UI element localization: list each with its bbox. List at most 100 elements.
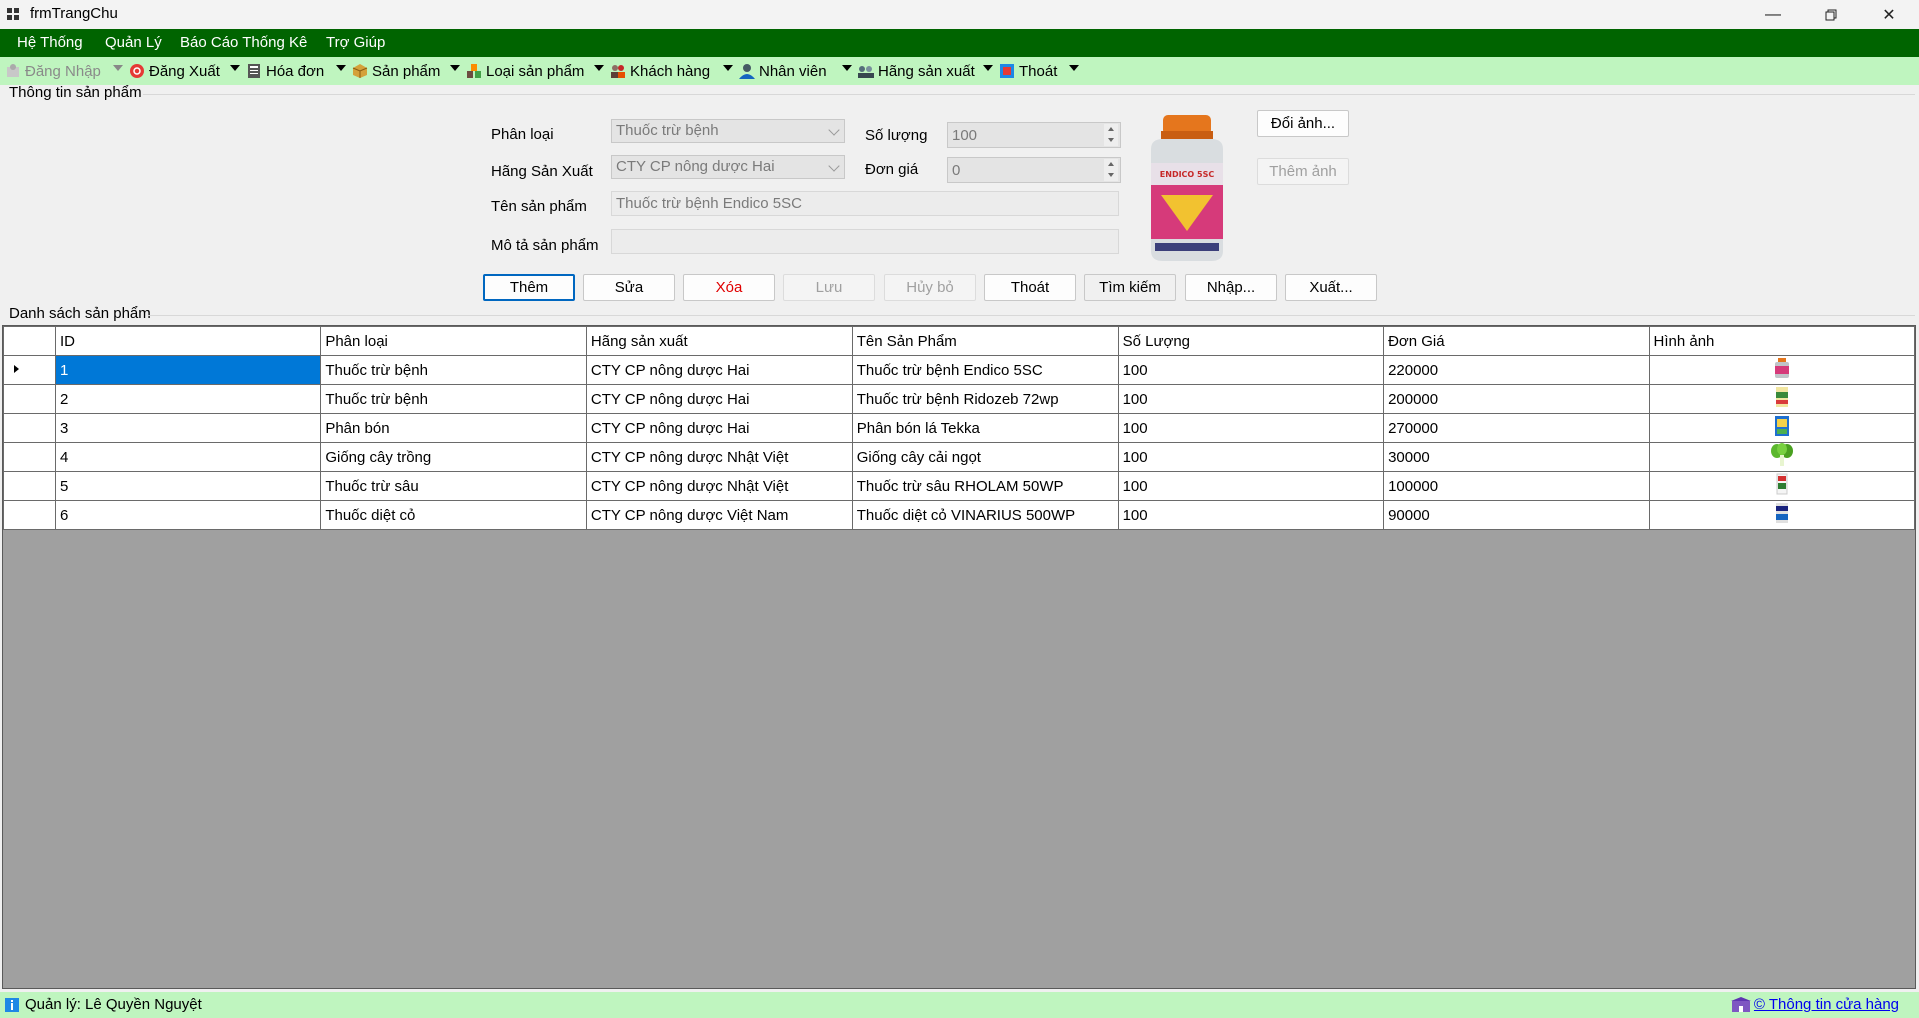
cell-ten-san-pham[interactable]: Giống cây cải ngọt (851, 442, 1119, 472)
toolbar-dang-xuat[interactable]: Đăng Xuất (128, 61, 220, 81)
column-header-so-luong[interactable]: Số Lượng (1117, 326, 1385, 356)
restore-button[interactable] (1802, 0, 1860, 29)
cell-don-gia[interactable]: 90000 (1383, 500, 1650, 530)
cell-id[interactable]: 6 (54, 500, 322, 530)
toolbar-hang-san-xuat[interactable]: Hãng sản xuất (857, 61, 975, 81)
cell-id[interactable]: 3 (54, 413, 322, 443)
hang-san-xuat-combo[interactable]: CTY CP nông dược Hai (611, 155, 845, 179)
loai-san-pham-dropdown-arrow[interactable] (594, 65, 604, 71)
spin-down-icon[interactable] (1104, 170, 1118, 181)
product-grid[interactable]: ID Phân loại Hãng sản xuất Tên Sản Phẩm … (2, 325, 1916, 989)
toolbar-san-pham[interactable]: Sản phẩm (351, 61, 440, 81)
ten-san-pham-field[interactable]: Thuốc trừ bệnh Endico 5SC (611, 191, 1119, 216)
cell-don-gia[interactable]: 100000 (1383, 471, 1650, 501)
them-anh-button[interactable]: Thêm ảnh (1257, 158, 1349, 185)
toolbar-khach-hang[interactable]: Khách hàng (609, 61, 710, 81)
cell-ten-san-pham[interactable]: Thuốc diệt cỏ VINARIUS 500WP (851, 500, 1119, 530)
column-header-id[interactable]: ID (54, 326, 322, 356)
dang-nhap-dropdown-arrow[interactable] (113, 65, 123, 71)
menu-quan-ly[interactable]: Quản Lý (105, 34, 162, 51)
cell-phan-loai[interactable]: Giống cây trồng (320, 442, 587, 472)
cell-phan-loai[interactable]: Phân bón (320, 413, 587, 443)
row-selector[interactable] (3, 500, 56, 530)
toolbar-nhan-vien[interactable]: Nhân viên (738, 61, 827, 81)
table-row[interactable]: 3 Phân bón CTY CP nông dược Hai Phân bón… (3, 413, 1915, 443)
hoa-don-dropdown-arrow[interactable] (336, 65, 346, 71)
row-selector[interactable] (3, 384, 56, 414)
table-row[interactable]: 2 Thuốc trừ bệnh CTY CP nông dược Hai Th… (3, 384, 1915, 414)
cell-don-gia[interactable]: 30000 (1383, 442, 1650, 472)
table-row[interactable]: 5 Thuốc trừ sâu CTY CP nông dược Nhật Vi… (3, 471, 1915, 501)
cell-hang-san-xuat[interactable]: CTY CP nông dược Nhật Việt (585, 471, 853, 501)
them-button[interactable]: Thêm (483, 274, 575, 301)
cell-so-luong[interactable]: 100 (1117, 442, 1385, 472)
row-selector[interactable] (3, 413, 56, 443)
column-header-phan-loai[interactable]: Phân loại (320, 326, 587, 356)
row-selector[interactable] (3, 355, 56, 385)
cell-don-gia[interactable]: 220000 (1383, 355, 1650, 385)
cell-phan-loai[interactable]: Thuốc trừ bệnh (320, 355, 587, 385)
cell-don-gia[interactable]: 200000 (1383, 384, 1650, 414)
cell-hang-san-xuat[interactable]: CTY CP nông dược Nhật Việt (585, 442, 853, 472)
cell-hinh-anh[interactable] (1648, 355, 1915, 385)
nhap-button[interactable]: Nhập... (1185, 274, 1277, 301)
cell-phan-loai[interactable]: Thuốc trừ bệnh (320, 384, 587, 414)
menu-tro-giup[interactable]: Trợ Giúp (326, 34, 385, 51)
column-header-don-gia[interactable]: Đơn Giá (1383, 326, 1650, 356)
cell-hang-san-xuat[interactable]: CTY CP nông dược Hai (585, 384, 853, 414)
cell-hinh-anh[interactable] (1648, 471, 1915, 501)
close-button[interactable]: ✕ (1860, 0, 1918, 29)
menu-bao-cao[interactable]: Báo Cáo Thống Kê (180, 34, 307, 51)
toolbar-dang-nhap[interactable]: Đăng Nhập (4, 61, 101, 81)
spin-up-icon[interactable] (1104, 159, 1118, 170)
column-header-ten-san-pham[interactable]: Tên Sản Phẩm (851, 326, 1119, 356)
row-selector[interactable] (3, 471, 56, 501)
table-row[interactable]: 1 Thuốc trừ bệnh CTY CP nông dược Hai Th… (3, 355, 1915, 385)
cell-so-luong[interactable]: 100 (1117, 355, 1385, 385)
cell-hinh-anh[interactable] (1648, 442, 1915, 472)
huy-bo-button[interactable]: Hủy bỏ (884, 274, 976, 301)
store-info-link[interactable]: © Thông tin cửa hàng (1730, 996, 1899, 1013)
cell-id[interactable]: 5 (54, 471, 322, 501)
cell-ten-san-pham[interactable]: Phân bón lá Tekka (851, 413, 1119, 443)
menu-he-thong[interactable]: Hệ Thống (17, 34, 83, 51)
mo-ta-field[interactable] (611, 229, 1119, 254)
table-row[interactable]: 6 Thuốc diệt cỏ CTY CP nông dược Việt Na… (3, 500, 1915, 530)
cell-so-luong[interactable]: 100 (1117, 471, 1385, 501)
cell-id[interactable]: 2 (54, 384, 322, 414)
phan-loai-combo[interactable]: Thuốc trừ bệnh (611, 119, 845, 143)
cell-hinh-anh[interactable] (1648, 384, 1915, 414)
don-gia-stepper[interactable]: 0 (947, 157, 1121, 183)
row-header-corner[interactable] (3, 326, 56, 356)
cell-hinh-anh[interactable] (1648, 413, 1915, 443)
toolbar-loai-san-pham[interactable]: Loại sản phẩm (465, 61, 584, 81)
thoat-button[interactable]: Thoát (984, 274, 1076, 301)
minimize-button[interactable]: — (1744, 0, 1802, 29)
xoa-button[interactable]: Xóa (683, 274, 775, 301)
cell-hang-san-xuat[interactable]: CTY CP nông dược Việt Nam (585, 500, 853, 530)
toolbar-hoa-don[interactable]: Hóa đơn (245, 61, 324, 81)
so-luong-stepper[interactable]: 100 (947, 122, 1121, 148)
spin-down-icon[interactable] (1104, 135, 1118, 146)
xuat-button[interactable]: Xuất... (1285, 274, 1377, 301)
san-pham-dropdown-arrow[interactable] (450, 65, 460, 71)
row-selector[interactable] (3, 442, 56, 472)
hang-san-xuat-dropdown-arrow[interactable] (983, 65, 993, 71)
tim-kiem-button[interactable]: Tìm kiếm (1084, 274, 1176, 301)
cell-so-luong[interactable]: 100 (1117, 413, 1385, 443)
cell-hang-san-xuat[interactable]: CTY CP nông dược Hai (585, 355, 853, 385)
doi-anh-button[interactable]: Đổi ảnh... (1257, 110, 1349, 137)
cell-so-luong[interactable]: 100 (1117, 384, 1385, 414)
toolbar-thoat[interactable]: Thoát (998, 61, 1057, 81)
table-row[interactable]: 4 Giống cây trồng CTY CP nông dược Nhật … (3, 442, 1915, 472)
cell-don-gia[interactable]: 270000 (1383, 413, 1650, 443)
cell-phan-loai[interactable]: Thuốc diệt cỏ (320, 500, 587, 530)
dang-xuat-dropdown-arrow[interactable] (230, 65, 240, 71)
cell-ten-san-pham[interactable]: Thuốc trừ bệnh Endico 5SC (851, 355, 1119, 385)
cell-hinh-anh[interactable] (1648, 500, 1915, 530)
cell-ten-san-pham[interactable]: Thuốc trừ sâu RHOLAM 50WP (851, 471, 1119, 501)
column-header-hinh-anh[interactable]: Hình ảnh (1648, 326, 1915, 356)
cell-id[interactable]: 1 (54, 355, 322, 385)
thoat-dropdown-arrow[interactable] (1069, 65, 1079, 71)
cell-ten-san-pham[interactable]: Thuốc trừ bệnh Ridozeb 72wp (851, 384, 1119, 414)
